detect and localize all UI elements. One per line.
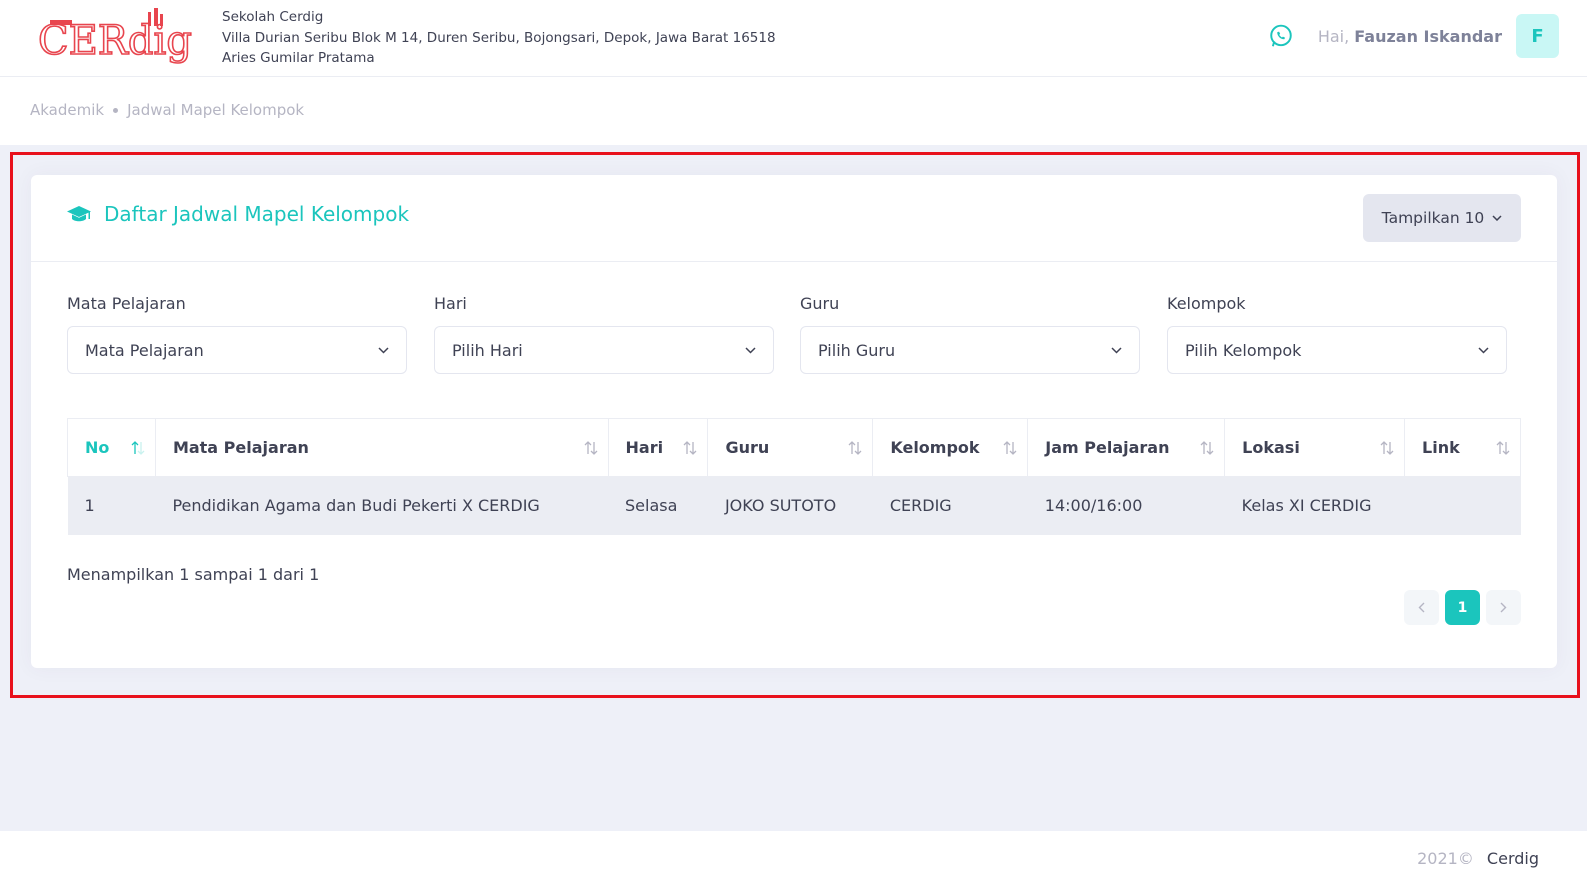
breadcrumb-separator xyxy=(113,107,119,113)
footer: 2021© Cerdig xyxy=(0,831,1587,893)
principal-name: Aries Gumilar Pratama xyxy=(222,50,375,66)
user-area: Hai, Fauzan Iskandar F xyxy=(1268,14,1559,58)
whatsapp-icon[interactable] xyxy=(1268,23,1294,49)
footer-brand[interactable]: Cerdig xyxy=(1487,849,1539,868)
logo-text: CERdig xyxy=(38,18,192,64)
school-info: Sekolah Cerdig Villa Durian Seribu Blok … xyxy=(222,7,776,69)
user-greeting[interactable]: Hai, Fauzan Iskandar xyxy=(1318,27,1502,46)
greeting-text: Hai, xyxy=(1317,26,1350,46)
highlight-frame xyxy=(10,152,1580,698)
footer-text: 2021© Cerdig xyxy=(1417,849,1539,868)
breadcrumb-item-jadwal[interactable]: Jadwal Mapel Kelompok xyxy=(127,101,304,119)
top-header: CERdig Sekolah Cerdig Villa Durian Serib… xyxy=(0,0,1587,77)
breadcrumb-item-akademik[interactable]: Akademik xyxy=(30,101,104,119)
avatar[interactable]: F xyxy=(1516,14,1559,58)
breadcrumb: Akademik Jadwal Mapel Kelompok xyxy=(30,101,304,119)
school-address: Villa Durian Seribu Blok M 14, Duren Ser… xyxy=(222,29,776,46)
school-name: Sekolah Cerdig xyxy=(222,9,324,25)
cerdig-logo[interactable]: CERdig xyxy=(36,8,206,68)
footer-year: 2021© xyxy=(1417,849,1474,868)
user-name: Fauzan Iskandar xyxy=(1354,26,1502,46)
